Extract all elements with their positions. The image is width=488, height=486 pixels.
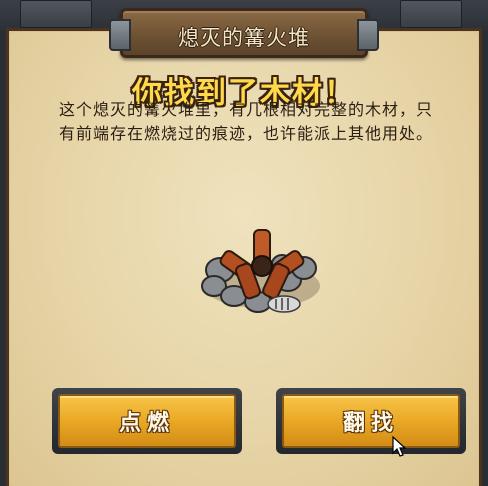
top-tile (400, 0, 462, 28)
mouse-cursor-icon (392, 436, 406, 457)
search-button-label: 翻找 (342, 411, 399, 436)
campfire-icon (201, 229, 320, 313)
ignite-button[interactable]: 点燃 (52, 388, 242, 454)
title-plaque: 熄灭的篝火堆 (109, 8, 379, 58)
top-tile (20, 0, 92, 28)
search-button-face: 翻找 (282, 394, 460, 448)
dialog-title: 熄灭的篝火堆 (178, 26, 310, 50)
search-button[interactable]: 翻找 (276, 388, 466, 454)
ignite-button-label: 点燃 (118, 411, 175, 436)
ignite-button-face: 点燃 (58, 394, 236, 448)
event-description: 这个熄灭的篝火堆里，有几根相对完整的木材，只有前端存在燃烧过的痕迹，也许能派上其… (58, 100, 433, 143)
